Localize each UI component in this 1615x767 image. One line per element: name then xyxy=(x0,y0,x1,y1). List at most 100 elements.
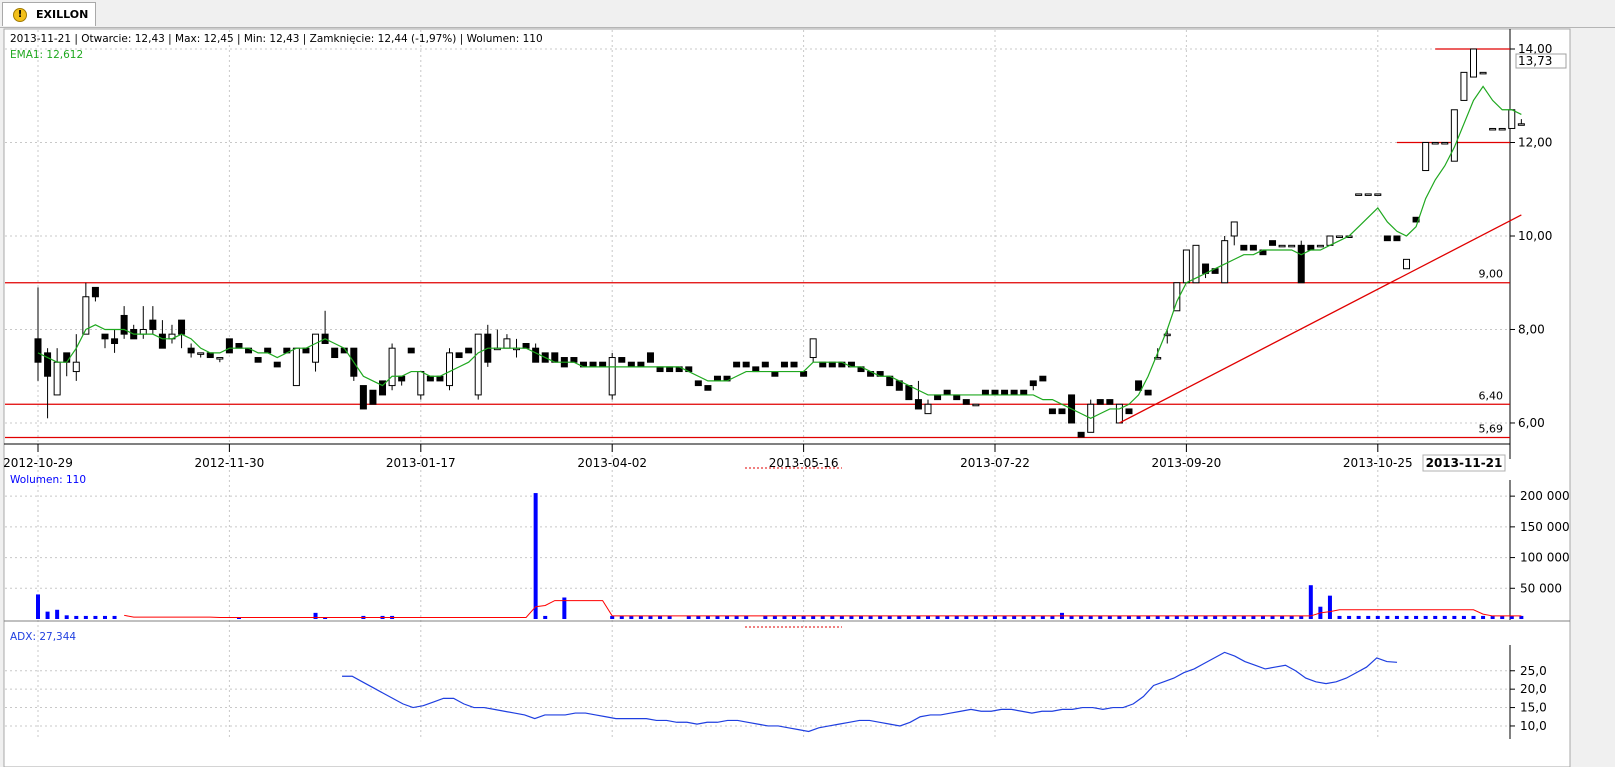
candle-body xyxy=(666,366,674,373)
candle-body xyxy=(713,375,721,382)
candle-body xyxy=(981,389,989,396)
candle-body xyxy=(178,319,186,335)
candle-body xyxy=(312,333,320,363)
candle-body xyxy=(914,399,922,410)
candle-body xyxy=(388,347,396,387)
candle-body xyxy=(924,403,932,415)
candle xyxy=(1001,389,1009,396)
candle xyxy=(407,347,415,354)
candle xyxy=(1508,109,1516,129)
candle-body xyxy=(254,357,262,363)
last-price-tag-text: 13,73 xyxy=(1518,54,1552,68)
candle xyxy=(1364,193,1372,196)
candle xyxy=(1249,244,1257,251)
volume-bar xyxy=(74,615,79,619)
candle xyxy=(1422,141,1430,172)
candle-body xyxy=(819,361,827,368)
date-tick-label: 2013-01-17 xyxy=(386,456,456,470)
candle-body xyxy=(1020,389,1028,396)
candle-body xyxy=(446,352,454,387)
candle-body xyxy=(264,347,272,354)
date-tick-label: 2013-05-16 xyxy=(769,456,839,470)
candle-body xyxy=(1230,221,1238,237)
volume-bar xyxy=(1347,615,1352,619)
candle-body xyxy=(1374,193,1382,196)
candle xyxy=(656,366,664,373)
candle-body xyxy=(1517,123,1525,126)
volume-bar xyxy=(1423,615,1428,619)
volume-tick-label: 100 000 xyxy=(1520,551,1570,565)
candle-body xyxy=(780,361,788,368)
candle-body xyxy=(1106,399,1114,405)
candle-body xyxy=(656,366,664,373)
volume-bar xyxy=(1375,615,1380,619)
candle-body xyxy=(522,343,530,349)
candle xyxy=(1297,240,1305,284)
candle-body xyxy=(139,328,147,335)
candle-body xyxy=(934,394,942,401)
candle xyxy=(608,352,616,400)
candle-body xyxy=(991,389,999,396)
candle-body xyxy=(742,361,750,368)
candle-body xyxy=(1269,240,1277,246)
candle xyxy=(273,361,281,368)
candle-body xyxy=(1450,109,1458,162)
volume-bar xyxy=(1327,595,1332,619)
candle-body xyxy=(292,347,300,387)
candle xyxy=(1470,48,1477,78)
volume-bar xyxy=(102,615,107,619)
candle-body xyxy=(359,385,367,410)
volume-bar xyxy=(83,615,88,619)
candle xyxy=(465,347,473,354)
tab-exillon[interactable]: ! EXILLON xyxy=(2,2,96,26)
candle-body xyxy=(1489,127,1497,131)
candle-body xyxy=(1096,399,1104,405)
candle xyxy=(972,403,980,407)
last-price-tag: 13,73 xyxy=(1515,53,1567,69)
candle xyxy=(800,371,808,377)
volume-bar xyxy=(1356,615,1361,619)
tab-bar: ! EXILLON xyxy=(0,0,1615,28)
candle-body xyxy=(943,389,951,396)
candle-body xyxy=(1077,431,1085,438)
volume-bar xyxy=(1414,615,1419,619)
candle-body xyxy=(53,361,61,396)
candle-body xyxy=(1039,375,1047,382)
candle-body xyxy=(1470,48,1477,78)
candle-body xyxy=(426,375,434,382)
candle xyxy=(1125,408,1133,415)
candle-body xyxy=(972,403,980,407)
candle-body xyxy=(1249,244,1257,251)
candle-body xyxy=(1297,244,1305,284)
candle xyxy=(292,347,300,387)
date-tick-label: 2012-11-30 xyxy=(195,456,265,470)
price-level-label: 5,69 xyxy=(1479,422,1504,435)
candle xyxy=(1355,193,1363,196)
candle xyxy=(646,352,654,363)
candle-body xyxy=(111,338,119,345)
candle-body xyxy=(1316,244,1324,248)
candle xyxy=(1288,244,1296,248)
candle-body xyxy=(608,357,616,396)
candle xyxy=(474,333,482,400)
candle-body xyxy=(1431,141,1439,145)
candle-body xyxy=(962,399,970,405)
chart-area[interactable]: 9,006,405,69 6,008,0010,0012,0014,00 13,… xyxy=(0,28,1615,767)
candle-body xyxy=(1441,141,1449,145)
candle xyxy=(1316,244,1324,248)
candle-body xyxy=(828,361,836,368)
volume-bar xyxy=(543,615,548,619)
candle xyxy=(446,348,454,391)
candle-body xyxy=(1508,109,1516,129)
candle-body xyxy=(235,343,243,349)
candle xyxy=(752,366,760,373)
candle-body xyxy=(733,361,741,368)
candle xyxy=(981,389,989,396)
date-tick-label: 2013-04-02 xyxy=(577,456,647,470)
candle xyxy=(905,385,913,401)
candle xyxy=(264,347,272,354)
candle xyxy=(943,389,951,396)
candle xyxy=(819,361,827,368)
candle-body xyxy=(331,347,339,359)
candle-body xyxy=(1307,244,1315,251)
